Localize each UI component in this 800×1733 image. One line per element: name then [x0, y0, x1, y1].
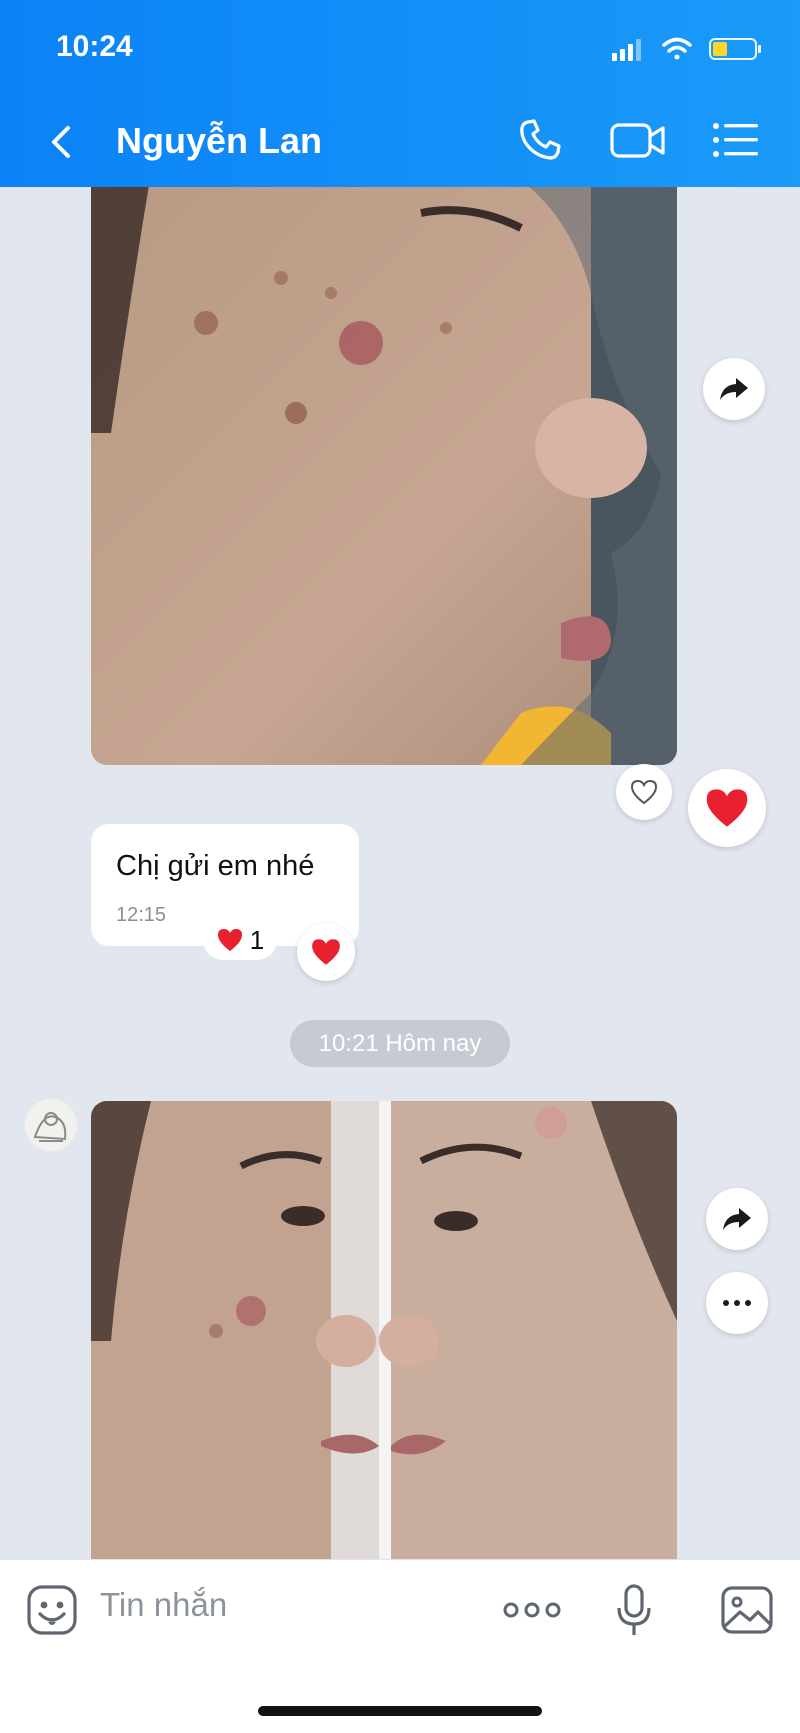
photo-message[interactable]: [91, 1101, 677, 1559]
more-options-icon[interactable]: [502, 1582, 562, 1638]
date-divider: 10:21 Hôm nay: [290, 1020, 510, 1067]
list-menu-icon[interactable]: [710, 112, 762, 168]
video-camera-icon[interactable]: [608, 112, 668, 168]
avatar[interactable]: [25, 1099, 77, 1151]
signal-icon: [612, 39, 641, 61]
image-icon[interactable]: [720, 1582, 774, 1638]
sticker-icon[interactable]: [25, 1582, 79, 1638]
battery-icon: [709, 38, 761, 60]
reaction-count: 1: [249, 924, 265, 955]
heart-outline-icon[interactable]: [616, 764, 672, 820]
chat-header: 10:24 Nguyễn Lan: [0, 0, 800, 187]
chat-area[interactable]: Chị gửi em nhé 12:15 1 10:21 Hôm nay: [0, 187, 800, 1559]
wifi-icon: [662, 37, 692, 60]
heart-icon[interactable]: [297, 923, 355, 981]
message-input-bar: Tin nhắn: [0, 1559, 800, 1733]
heart-icon[interactable]: [688, 769, 766, 847]
status-time: 10:24: [56, 30, 133, 63]
forward-arrow-icon[interactable]: [703, 358, 765, 420]
chevron-left-icon[interactable]: [40, 112, 88, 172]
message-time: 12:15: [116, 904, 167, 926]
more-horizontal-icon[interactable]: [706, 1272, 768, 1334]
reaction-summary[interactable]: 1: [203, 920, 277, 960]
status-icons: [612, 37, 761, 61]
microphone-icon[interactable]: [614, 1582, 654, 1638]
photo-message[interactable]: [91, 187, 677, 765]
home-indicator: [258, 1706, 542, 1716]
face-photo-image: [91, 187, 677, 765]
message-input[interactable]: Tin nhắn: [100, 1586, 227, 1624]
heart-icon: [217, 929, 242, 951]
face-comparison-photo-image: [91, 1101, 677, 1559]
chat-title[interactable]: Nguyễn Lan: [116, 120, 322, 162]
message-text: Chị gửi em nhé: [116, 850, 315, 882]
forward-arrow-icon[interactable]: [706, 1188, 768, 1250]
phone-icon[interactable]: [512, 112, 568, 168]
